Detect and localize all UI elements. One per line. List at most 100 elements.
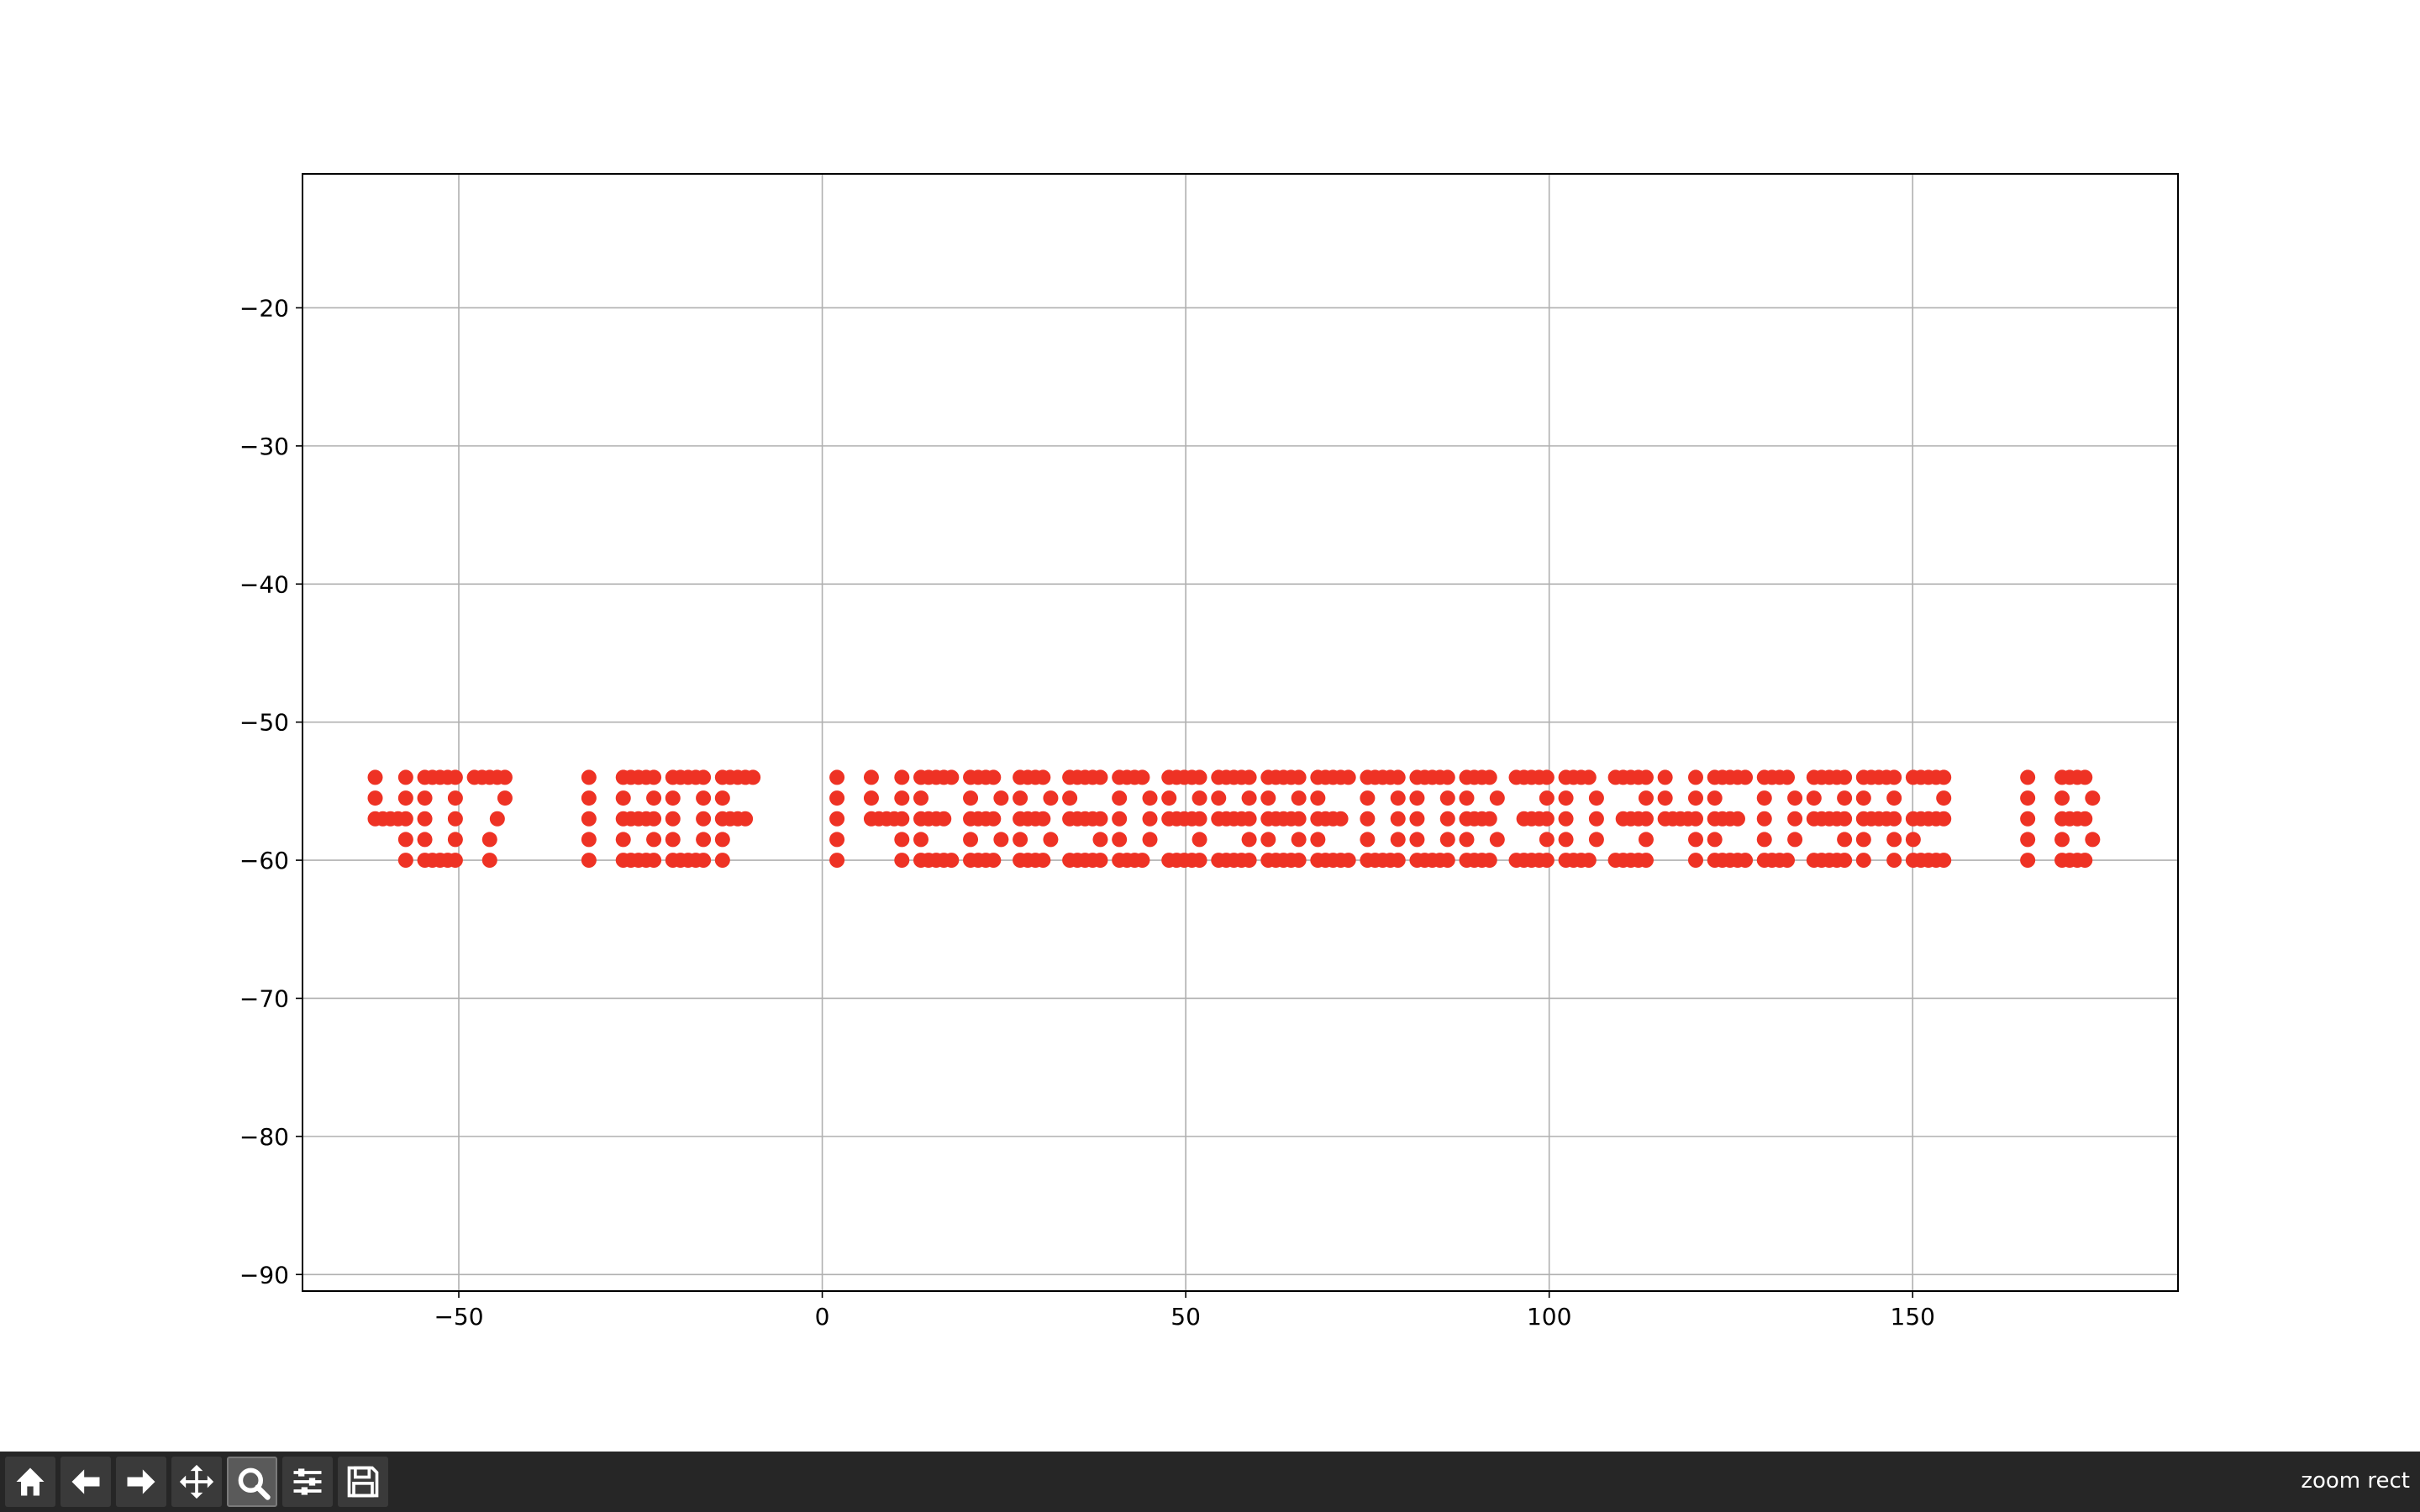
scatter-point <box>1687 790 1703 806</box>
scatter-point <box>2054 832 2070 848</box>
zoom-button[interactable] <box>227 1457 277 1507</box>
scatter-point <box>1707 790 1723 806</box>
scatter-point <box>1142 790 1158 806</box>
scatter-point <box>696 853 712 869</box>
scatter-point <box>1035 769 1051 785</box>
scatter-point <box>1539 832 1555 848</box>
scatter-point <box>1886 769 1902 785</box>
x-tick-label: 100 <box>1527 1303 1571 1331</box>
scatter-point <box>1738 769 1754 785</box>
back-button[interactable] <box>60 1457 111 1507</box>
scatter-point <box>1092 811 1108 827</box>
scatter-point <box>1837 832 1853 848</box>
scatter-point <box>1192 769 1207 785</box>
scatter-point <box>581 769 597 785</box>
scatter-point <box>1333 811 1349 827</box>
scatter-point <box>1687 769 1703 785</box>
scatter-point <box>367 790 383 806</box>
scatter-point <box>1489 790 1505 806</box>
scatter-point <box>1936 811 1952 827</box>
scatter-point <box>1780 769 1795 785</box>
scatter-point <box>1409 811 1425 827</box>
scatter-point <box>1837 853 1853 869</box>
scatter-point <box>738 811 754 827</box>
scatter-point <box>665 811 681 827</box>
scatter-point <box>894 811 910 827</box>
scatter-point <box>1439 811 1455 827</box>
scatter-point <box>829 853 845 869</box>
scatter-point <box>1787 832 1803 848</box>
forward-button[interactable] <box>116 1457 166 1507</box>
scatter-point <box>1291 790 1307 806</box>
scatter-point <box>615 832 631 848</box>
scatter-point <box>1013 832 1028 848</box>
scatter-point <box>894 769 910 785</box>
scatter-point <box>1539 790 1555 806</box>
scatter-point <box>1360 832 1376 848</box>
scatter-point <box>1092 769 1108 785</box>
scatter-point <box>1936 853 1952 869</box>
scatter-point <box>1787 790 1803 806</box>
y-tick-label: −60 <box>239 847 289 874</box>
scatter-point <box>1855 790 1871 806</box>
scatter-point <box>1756 790 1772 806</box>
scatter-point <box>2077 811 2093 827</box>
scatter-point <box>1657 769 1673 785</box>
y-tick-label: −50 <box>239 709 289 737</box>
toolbar-status-text: zoom rect <box>2301 1468 2410 1494</box>
scatter-point <box>2020 790 2036 806</box>
scatter-point <box>1291 832 1307 848</box>
scatter-point <box>963 790 979 806</box>
scatter-point <box>447 769 463 785</box>
scatter-point <box>1581 853 1597 869</box>
scatter-point <box>1539 853 1555 869</box>
scatter-point <box>1211 790 1227 806</box>
scatter-point <box>1638 790 1654 806</box>
arrow-left-icon <box>71 1469 100 1494</box>
scatter-point <box>1489 832 1505 848</box>
scatter-point <box>481 832 497 848</box>
scatter-point <box>1112 790 1128 806</box>
y-tick-label: −20 <box>239 294 289 322</box>
scatter-point <box>447 832 463 848</box>
scatter-point <box>1291 853 1307 869</box>
scatter-point <box>581 790 597 806</box>
configure-subplots-button[interactable] <box>282 1457 333 1507</box>
scatter-point <box>696 790 712 806</box>
scatter-point <box>447 790 463 806</box>
scatter-point <box>829 832 845 848</box>
scatter-point <box>1756 811 1772 827</box>
axes-frame <box>302 173 2179 1292</box>
scatter-point <box>1638 853 1654 869</box>
grid-lines <box>302 174 2178 1291</box>
pan-button[interactable] <box>171 1457 222 1507</box>
scatter-point <box>489 811 505 827</box>
scatter-point <box>1390 853 1406 869</box>
scatter-point <box>1390 769 1406 785</box>
scatter-point <box>1241 811 1257 827</box>
scatter-point <box>1112 811 1128 827</box>
scatter-point <box>696 769 712 785</box>
scatter-point <box>665 832 681 848</box>
scatter-point <box>696 811 712 827</box>
scatter-point <box>1738 853 1754 869</box>
scatter-point <box>497 790 513 806</box>
scatter-point <box>1092 853 1108 869</box>
chart-figure: −50 0 50 100 150 −20 −30 −40 −50 −60 −70 −80 −90 <box>239 173 2179 1331</box>
scatter-point <box>1360 790 1376 806</box>
scatter-point <box>1837 790 1853 806</box>
scatter-point <box>986 811 1002 827</box>
scatter-point <box>1260 790 1276 806</box>
scatter-point <box>1439 790 1455 806</box>
scatter-point <box>481 853 497 869</box>
scatter-point <box>581 832 597 848</box>
move-icon <box>179 1464 214 1499</box>
home-button[interactable] <box>5 1457 55 1507</box>
x-tick-label: 50 <box>1171 1303 1201 1331</box>
scatter-point <box>1638 811 1654 827</box>
scatter-point <box>1588 811 1604 827</box>
scatter-point <box>745 769 761 785</box>
save-button[interactable] <box>338 1457 388 1507</box>
scatter-point <box>1134 769 1150 785</box>
scatter-point <box>1687 853 1703 869</box>
